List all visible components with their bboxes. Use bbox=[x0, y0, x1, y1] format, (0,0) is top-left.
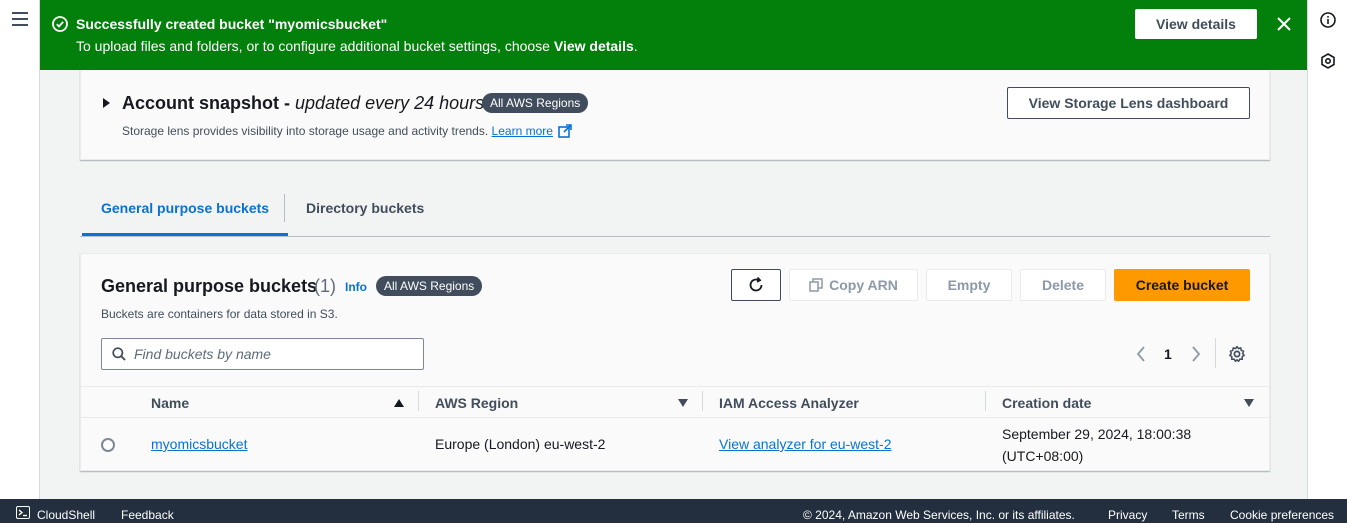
success-check-icon bbox=[52, 16, 68, 32]
table-row[interactable]: myomicsbucket Europe (London) eu-west-2 … bbox=[81, 418, 1269, 470]
cloudshell-icon[interactable] bbox=[16, 506, 30, 519]
copy-icon bbox=[809, 278, 823, 292]
menu-icon[interactable] bbox=[12, 12, 28, 26]
view-analyzer-link[interactable]: View analyzer for eu-west-2 bbox=[719, 436, 891, 452]
cookie-preferences-link[interactable]: Cookie preferences bbox=[1230, 508, 1334, 522]
success-flash-banner: Successfully created bucket "myomicsbuck… bbox=[40, 0, 1307, 70]
column-header-access-analyzer: IAM Access Analyzer bbox=[719, 395, 859, 411]
regions-badge: All AWS Regions bbox=[376, 276, 483, 296]
flash-message: To upload files and folders, or to confi… bbox=[76, 38, 638, 54]
expand-caret-icon[interactable] bbox=[103, 98, 110, 108]
sort-ascending-icon[interactable] bbox=[394, 399, 404, 407]
copyright-text: © 2024, Amazon Web Services, Inc. or its… bbox=[803, 508, 1075, 522]
creation-date: September 29, 2024, 18:00:38 bbox=[1002, 426, 1192, 442]
refresh-icon bbox=[749, 277, 763, 292]
search-field[interactable] bbox=[101, 338, 424, 370]
console-footer: CloudShell Feedback © 2024, Amazon Web S… bbox=[0, 499, 1347, 523]
buckets-title: General purpose buckets bbox=[101, 276, 318, 296]
bucket-type-tabs: General purpose buckets Directory bucket… bbox=[80, 190, 1270, 237]
column-header-creation-date[interactable]: Creation date bbox=[1002, 395, 1091, 411]
column-divider[interactable] bbox=[702, 391, 703, 411]
gear-icon[interactable] bbox=[1228, 345, 1246, 363]
chevron-right-icon[interactable] bbox=[1190, 345, 1202, 363]
buckets-table-container: General purpose buckets (1) Info All AWS… bbox=[80, 253, 1270, 471]
refresh-button[interactable] bbox=[731, 269, 781, 301]
pager-divider bbox=[1215, 338, 1216, 368]
empty-button[interactable]: Empty bbox=[926, 269, 1012, 301]
left-nav-rail bbox=[0, 0, 40, 499]
create-bucket-button[interactable]: Create bucket bbox=[1114, 269, 1250, 301]
tab-directory-buckets[interactable]: Directory buckets bbox=[306, 190, 424, 236]
table-header: Name AWS Region IAM Access Analyzer Crea… bbox=[81, 386, 1269, 418]
bucket-region: Europe (London) eu-west-2 bbox=[435, 436, 606, 452]
tab-general-purpose-buckets[interactable]: General purpose buckets bbox=[82, 190, 289, 236]
search-input[interactable] bbox=[134, 344, 414, 364]
terms-link[interactable]: Terms bbox=[1172, 508, 1205, 522]
row-select-radio[interactable] bbox=[101, 438, 115, 452]
search-icon bbox=[112, 347, 126, 361]
learn-more-link[interactable]: Learn more bbox=[492, 124, 553, 138]
close-icon[interactable] bbox=[1276, 16, 1292, 32]
sort-icon[interactable] bbox=[1244, 399, 1254, 407]
page-number[interactable]: 1 bbox=[1164, 346, 1172, 362]
tab-divider bbox=[284, 194, 285, 222]
snapshot-title[interactable]: Account snapshot - updated every 24 hour… bbox=[122, 93, 484, 114]
bucket-name-link[interactable]: myomicsbucket bbox=[151, 436, 247, 452]
buckets-description: Buckets are containers for data stored i… bbox=[101, 307, 338, 321]
external-link-icon[interactable] bbox=[558, 124, 573, 138]
snapshot-description: Storage lens provides visibility into st… bbox=[122, 124, 573, 138]
hexagon-help-icon[interactable] bbox=[1320, 53, 1336, 69]
info-link[interactable]: Info bbox=[345, 280, 367, 294]
copy-arn-button[interactable]: Copy ARN bbox=[789, 269, 918, 301]
privacy-link[interactable]: Privacy bbox=[1108, 508, 1147, 522]
column-header-region[interactable]: AWS Region bbox=[435, 395, 518, 411]
creation-timezone: (UTC+08:00) bbox=[1002, 448, 1084, 464]
view-storage-lens-button[interactable]: View Storage Lens dashboard bbox=[1007, 87, 1250, 119]
feedback-link[interactable]: Feedback bbox=[121, 508, 174, 522]
column-divider[interactable] bbox=[418, 391, 419, 411]
column-header-name[interactable]: Name bbox=[151, 395, 189, 411]
cloudshell-link[interactable]: CloudShell bbox=[37, 508, 95, 522]
regions-badge: All AWS Regions bbox=[482, 93, 589, 113]
buckets-count: (1) bbox=[314, 276, 336, 296]
info-icon[interactable] bbox=[1320, 12, 1336, 28]
delete-button[interactable]: Delete bbox=[1020, 269, 1106, 301]
right-tools-rail bbox=[1307, 0, 1347, 499]
view-details-button[interactable]: View details bbox=[1135, 9, 1257, 39]
account-snapshot-panel: Account snapshot - updated every 24 hour… bbox=[80, 70, 1270, 160]
flash-title: Successfully created bucket "myomicsbuck… bbox=[76, 16, 388, 32]
column-divider[interactable] bbox=[985, 391, 986, 411]
chevron-left-icon[interactable] bbox=[1135, 345, 1147, 363]
sort-icon[interactable] bbox=[678, 399, 688, 407]
